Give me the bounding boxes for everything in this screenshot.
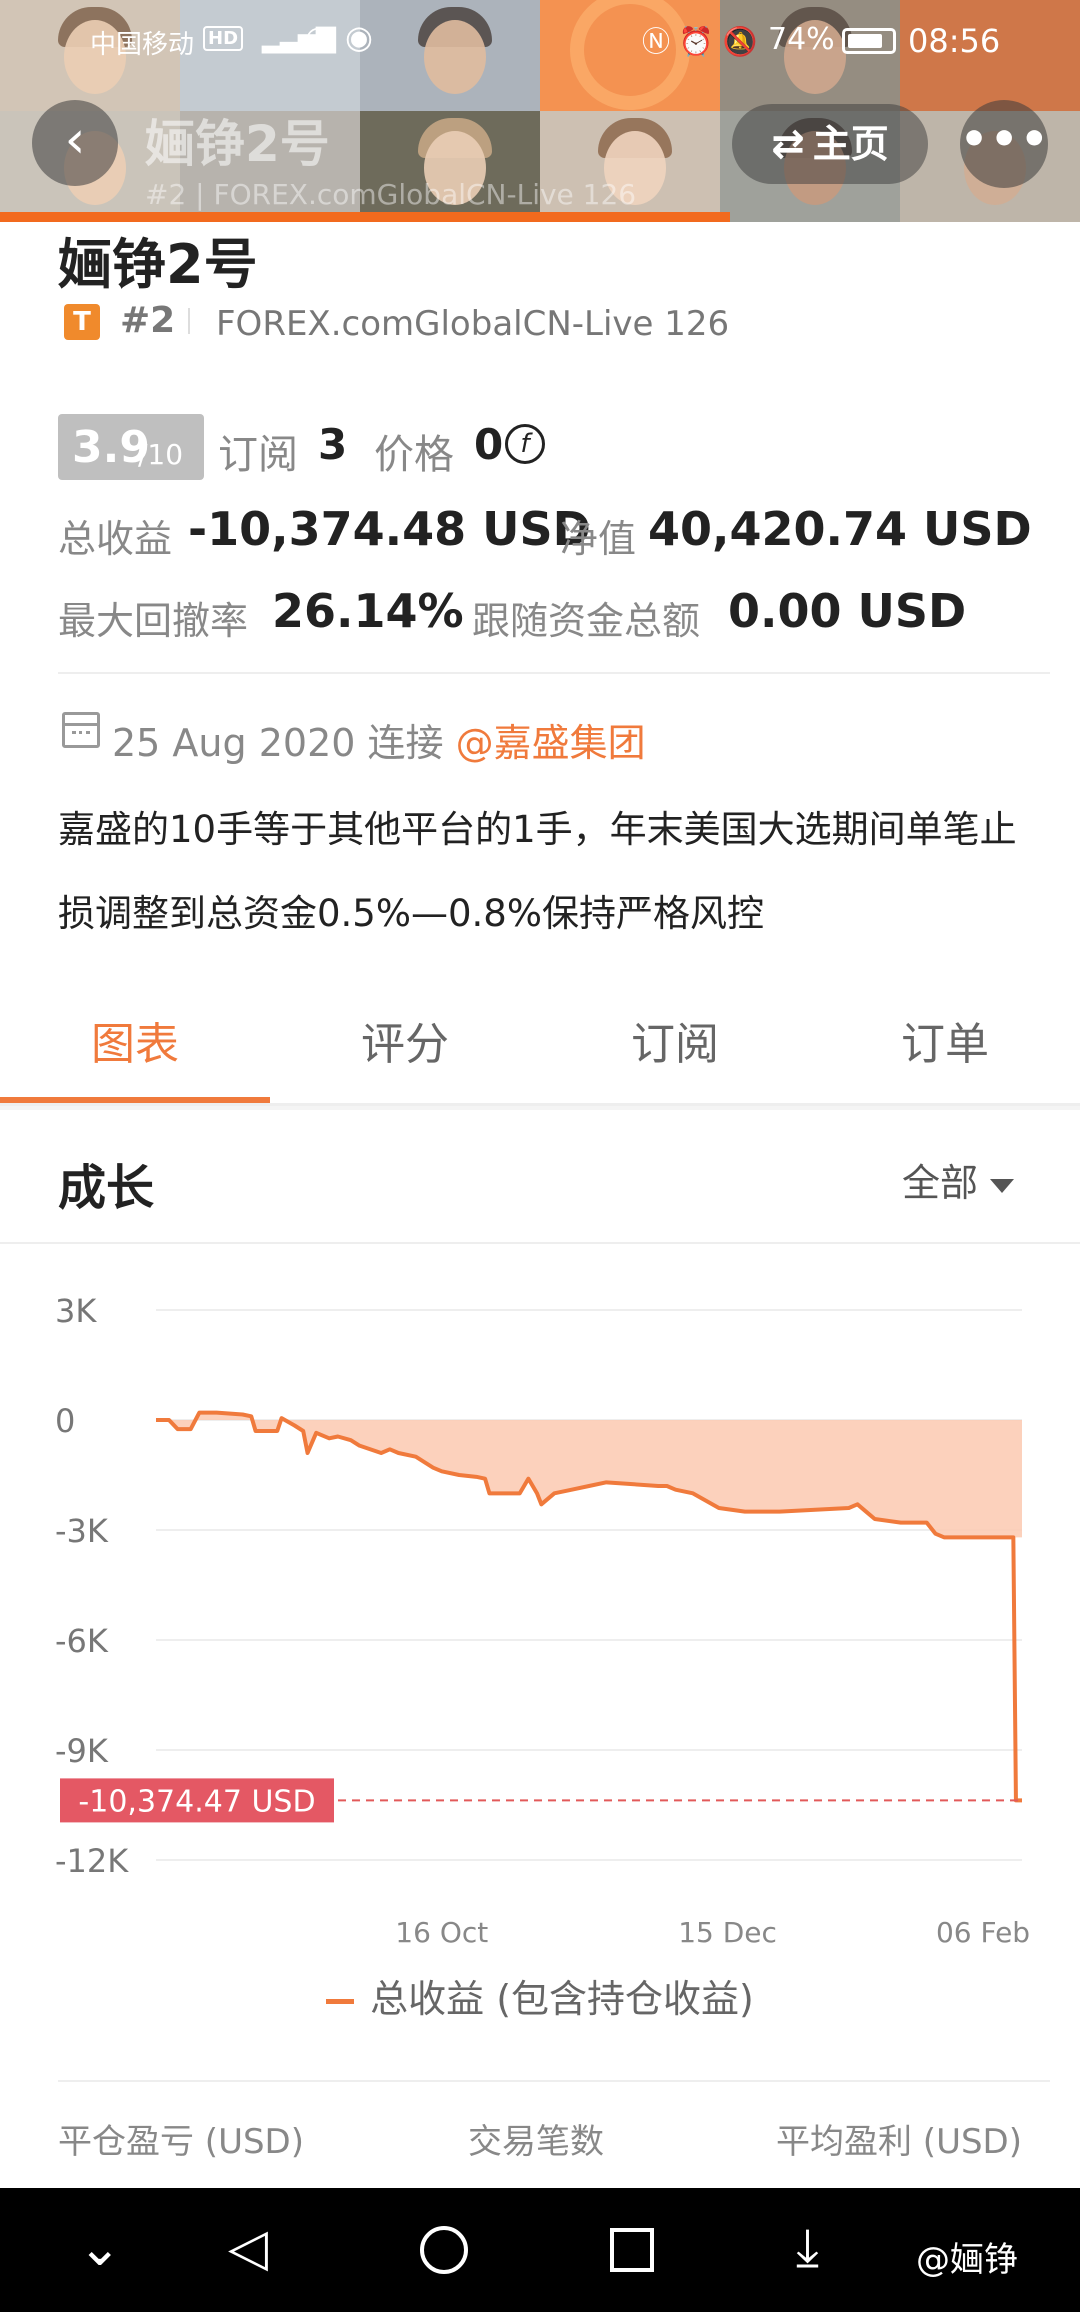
tab-orders[interactable]: 订单 <box>810 1000 1080 1090</box>
max-drawdown-value: 26.14% <box>272 584 464 638</box>
x-tick-label: 06 Feb <box>936 1916 1030 1949</box>
y-tick-label: 3K <box>55 1292 97 1330</box>
watermark: @婳铮 <box>916 2240 1018 2280</box>
equity-value: 40,420.74 USD <box>648 502 1032 556</box>
max-drawdown-label: 最大回撤率 <box>58 599 249 643</box>
clock: 08:56 <box>908 22 1001 60</box>
strategy-name: 婳铮2号 <box>58 233 258 296</box>
nav-title: 婳铮2号 <box>145 115 330 173</box>
calendar-icon <box>62 712 100 748</box>
eye-comfort-icon: ◉ <box>345 18 373 56</box>
home-circle-icon[interactable] <box>420 2226 468 2274</box>
total-profit-label: 总收益 <box>58 517 173 561</box>
subscribe-count: 3 <box>318 420 348 469</box>
strategy-description: 嘉盛的10手等于其他平台的1手，年末美国大选期间单笔止损调整到总资金0.5%—0… <box>58 808 1017 935</box>
carrier-label: 中国移动 <box>90 30 195 60</box>
x-tick-label: 16 Oct <box>395 1916 488 1949</box>
back-button[interactable]: ‹ <box>32 100 118 186</box>
total-profit-value: -10,374.48 USD <box>188 502 591 556</box>
profile-header-banner: 中国移动 HD ▂▃▅▇ ◔ ◉ Ⓝ ⏰ 🔕 74% 08:56 ‹ 婳铮2号 … <box>0 0 1080 222</box>
follow-funds-value: 0.00 USD <box>728 584 967 638</box>
notification-pull-icon[interactable]: ⤓ <box>796 2216 819 2280</box>
tab-bar: 图表 评分 订阅 订单 <box>0 1000 1080 1106</box>
separator <box>188 308 190 334</box>
price-label: 价格 <box>374 432 454 478</box>
tab-subscribe[interactable]: 订阅 <box>540 1000 810 1090</box>
x-tick-label: 15 Dec <box>678 1916 777 1949</box>
dropdown-arrow-icon <box>990 1178 1015 1193</box>
growth-chart[interactable]: 3K 0 -3K -6K -9K -12K 16 Oct 15 Dec 06 Feb -10,37… <box>0 1250 1080 1950</box>
avg-profit-label: 平均盈利 (USD) <box>776 2122 1022 2162</box>
trader-badge-icon: T <box>64 304 100 340</box>
more-button[interactable]: ••• <box>960 100 1048 188</box>
coin-icon: f <box>505 424 545 464</box>
collapse-chevron-icon[interactable]: ⌄ <box>78 2216 122 2280</box>
broker-link[interactable]: @嘉盛集团 <box>456 721 646 765</box>
score-max: /10 <box>138 438 184 471</box>
subscribe-label: 订阅 <box>218 432 298 478</box>
tab-chart[interactable]: 图表 <box>0 1000 270 1090</box>
price-value: 0 <box>474 420 504 469</box>
nav-subtitle: #2 | FOREX.comGlobalCN-Live 126 <box>145 178 637 211</box>
y-tick-label: -9K <box>55 1732 109 1770</box>
system-navigation-bar: ⌄ ◁ ⤓ @婳铮 <box>0 2188 1080 2312</box>
connected-date: 25 Aug 2020 连接 <box>112 721 444 765</box>
tab-rating[interactable]: 评分 <box>270 1000 540 1090</box>
home-button[interactable]: ⇄ 主页 <box>732 104 928 184</box>
chart-legend: 总收益 (包含持仓收益) <box>0 1968 1080 2023</box>
current-value-label: -10,374.47 USD <box>78 1784 315 1819</box>
range-dropdown[interactable]: 全部 <box>902 1152 1015 1207</box>
growth-chart-svg: 3K 0 -3K -6K -9K -12K 16 Oct 15 Dec 06 Feb -10,37… <box>55 1292 1030 1949</box>
wifi-icon: ◔ <box>305 20 332 55</box>
hd-icon: HD <box>203 26 244 51</box>
divider <box>58 672 1050 674</box>
area-fill <box>156 1412 1022 1538</box>
range-dropdown-label: 全部 <box>902 1161 979 1205</box>
score-badge: 3.9 /10 <box>58 414 204 480</box>
back-triangle-icon[interactable]: ◁ <box>228 2216 268 2280</box>
status-bar: 中国移动 HD ▂▃▅▇ ◔ ◉ Ⓝ ⏰ 🔕 74% 08:56 <box>0 0 1080 80</box>
follow-funds-label: 跟随资金总额 <box>472 599 701 643</box>
y-tick-label: -3K <box>55 1512 109 1550</box>
equity-label: 净值 <box>560 517 637 561</box>
legend-label: 总收益 (包含持仓收益) <box>370 1977 754 2021</box>
growth-title: 成长 <box>58 1160 155 1216</box>
rank: #2 <box>120 300 176 341</box>
recents-square-icon[interactable] <box>610 2228 654 2272</box>
closed-pnl-label: 平仓盈亏 (USD) <box>58 2122 304 2162</box>
switch-arrows-icon: ⇄ <box>771 121 805 167</box>
nfc-alarm-mute-icons: Ⓝ ⏰ 🔕 <box>642 25 758 58</box>
y-tick-label: -12K <box>55 1842 129 1880</box>
legend-swatch <box>326 1999 355 2004</box>
server-name: FOREX.comGlobalCN-Live 126 <box>216 304 730 344</box>
battery-percent: 74% <box>768 22 835 57</box>
trade-count-label: 交易笔数 <box>468 2122 604 2162</box>
connected-info: 25 Aug 2020 连接 @嘉盛集团 <box>112 712 646 767</box>
home-button-label: 主页 <box>812 122 889 166</box>
battery-icon <box>842 28 896 54</box>
y-tick-label: -6K <box>55 1622 109 1660</box>
y-tick-label: 0 <box>55 1402 75 1440</box>
